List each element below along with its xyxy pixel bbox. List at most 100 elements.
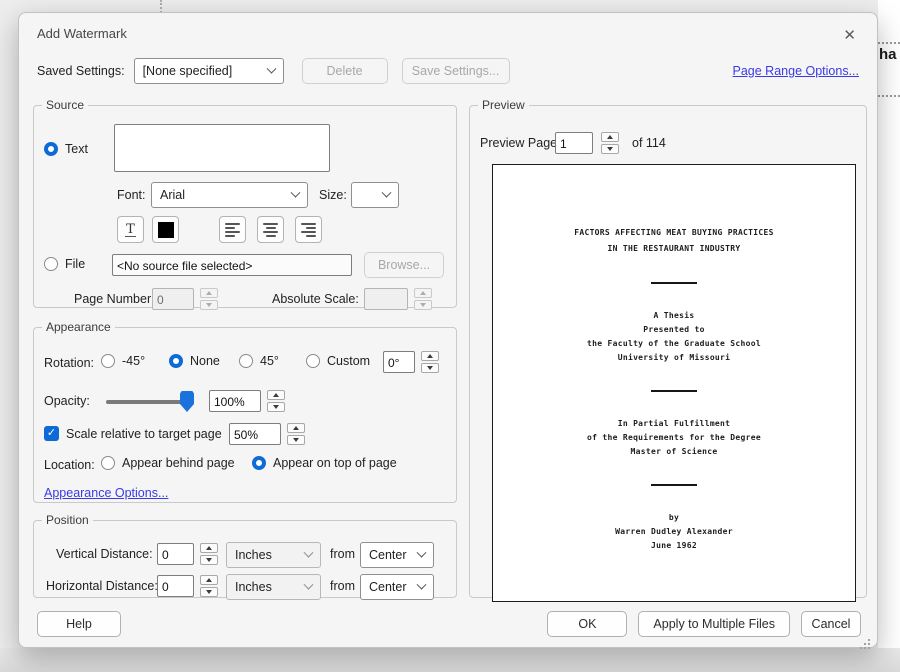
rotation-45-radio[interactable]: 45° [239, 354, 279, 368]
page-number-stepper[interactable] [200, 288, 218, 310]
radio-icon [169, 354, 183, 368]
resize-grip-icon[interactable] [868, 639, 870, 641]
spin-down-icon[interactable] [414, 300, 432, 310]
appearance-group: Appearance Rotation: -45° None 45° Custo… [33, 320, 457, 503]
color-swatch-icon [158, 222, 174, 238]
source-group: Source Text Font: Arial Size: T [33, 98, 457, 308]
align-right-button[interactable] [295, 216, 322, 243]
align-right-icon [301, 223, 316, 237]
vertical-distance-stepper[interactable] [200, 543, 218, 565]
preview-page-label: Preview Page [480, 136, 557, 150]
font-dropdown[interactable]: Arial [151, 182, 308, 208]
radio-icon [44, 257, 58, 271]
spin-down-icon[interactable] [287, 435, 305, 445]
preview-page-field[interactable]: 1 [555, 132, 593, 154]
font-color-button[interactable] [152, 216, 179, 243]
spin-down-icon[interactable] [200, 587, 218, 597]
location-label: Location: [44, 458, 95, 472]
page-number-label: Page Number: [74, 292, 155, 306]
vertical-anchor-dropdown[interactable]: Center [360, 542, 434, 568]
chevron-down-icon [417, 579, 427, 589]
page-range-options-link[interactable]: Page Range Options... [733, 64, 859, 78]
location-behind-radio[interactable]: Appear behind page [101, 456, 235, 470]
dialog-titlebar: Add Watermark ✕ [19, 13, 877, 45]
align-center-icon [263, 223, 278, 237]
text-source-radio[interactable]: Text [44, 142, 88, 156]
browse-button[interactable]: Browse... [364, 252, 444, 278]
chevron-down-icon [382, 187, 392, 197]
chevron-down-icon [291, 187, 301, 197]
radio-icon [101, 354, 115, 368]
spin-up-icon[interactable] [200, 575, 218, 585]
preview-legend: Preview [478, 98, 529, 112]
horizontal-distance-stepper[interactable] [200, 575, 218, 597]
rotation-none-radio[interactable]: None [169, 354, 220, 368]
delete-button[interactable]: Delete [302, 58, 388, 84]
saved-settings-dropdown[interactable]: [None specified] [134, 58, 284, 84]
spin-up-icon[interactable] [200, 288, 218, 298]
align-left-button[interactable] [219, 216, 246, 243]
rotation-custom-radio[interactable]: Custom [306, 354, 370, 368]
font-label: Font: [117, 188, 146, 202]
spin-down-icon[interactable] [601, 144, 619, 154]
align-center-button[interactable] [257, 216, 284, 243]
spin-up-icon[interactable] [414, 288, 432, 298]
watermark-text-input[interactable] [114, 124, 330, 172]
save-settings-button[interactable]: Save Settings... [402, 58, 510, 84]
spin-up-icon[interactable] [601, 132, 619, 142]
radio-icon [239, 354, 253, 368]
document-text-block: A ThesisPresented tothe Faculty of the G… [493, 309, 855, 365]
spin-up-icon[interactable] [200, 543, 218, 553]
spin-up-icon[interactable] [287, 423, 305, 433]
cancel-button[interactable]: Cancel [801, 611, 861, 637]
rotation-degrees-stepper[interactable] [421, 351, 439, 373]
source-file-field: <No source file selected> [112, 254, 352, 276]
opacity-stepper[interactable] [267, 390, 285, 412]
preview-page-stepper[interactable] [601, 132, 619, 154]
page-number-field[interactable]: 0 [152, 288, 194, 310]
scale-relative-checkbox[interactable]: ✓ Scale relative to target page [44, 426, 222, 441]
align-left-icon [225, 223, 240, 237]
spin-down-icon[interactable] [200, 300, 218, 310]
opacity-slider-track[interactable] [106, 400, 190, 404]
file-source-radio[interactable]: File [44, 257, 85, 271]
saved-settings-label: Saved Settings: [37, 64, 125, 78]
horizontal-anchor-dropdown[interactable]: Center [360, 574, 434, 600]
spin-down-icon[interactable] [421, 363, 439, 373]
rotation-minus45-radio[interactable]: -45° [101, 354, 145, 368]
document-separator-rule [651, 484, 697, 486]
close-icon[interactable]: ✕ [838, 26, 861, 45]
opacity-slider-handle[interactable] [180, 391, 194, 412]
preview-document: FACTORS AFFECTING MEAT BUYING PRACTICESI… [492, 164, 856, 602]
absolute-scale-field[interactable] [364, 288, 408, 310]
document-text-block: byWarren Dudley AlexanderJune 1962 [493, 511, 855, 553]
horizontal-units-dropdown[interactable]: Inches [226, 574, 321, 600]
absolute-scale-stepper[interactable] [414, 288, 432, 310]
scale-percent-stepper[interactable] [287, 423, 305, 445]
spin-up-icon[interactable] [421, 351, 439, 361]
vertical-distance-label: Vertical Distance: [56, 547, 150, 561]
document-text-block: FACTORS AFFECTING MEAT BUYING PRACTICESI… [493, 225, 855, 257]
vertical-distance-field[interactable]: 0 [157, 543, 194, 565]
scale-percent-field[interactable]: 50% [229, 423, 281, 445]
add-watermark-dialog: Add Watermark ✕ Saved Settings: [None sp… [18, 12, 878, 648]
opacity-field[interactable]: 100% [209, 390, 261, 412]
horizontal-from-label: from [330, 579, 355, 593]
spin-down-icon[interactable] [267, 402, 285, 412]
underline-button[interactable]: T [117, 216, 144, 243]
size-dropdown[interactable] [351, 182, 399, 208]
apply-to-multiple-files-button[interactable]: Apply to Multiple Files [638, 611, 790, 637]
ok-button[interactable]: OK [547, 611, 627, 637]
background-dotted-line [878, 95, 900, 97]
rotation-degrees-field[interactable]: 0° [383, 351, 415, 373]
horizontal-distance-label: Horizontal Distance: [46, 579, 150, 593]
size-label: Size: [319, 188, 347, 202]
horizontal-distance-field[interactable]: 0 [157, 575, 194, 597]
location-on-top-radio[interactable]: Appear on top of page [252, 456, 397, 470]
help-button[interactable]: Help [37, 611, 121, 637]
spin-up-icon[interactable] [267, 390, 285, 400]
vertical-units-dropdown[interactable]: Inches [226, 542, 321, 568]
appearance-options-link[interactable]: Appearance Options... [44, 486, 168, 500]
radio-icon [44, 142, 58, 156]
spin-down-icon[interactable] [200, 555, 218, 565]
